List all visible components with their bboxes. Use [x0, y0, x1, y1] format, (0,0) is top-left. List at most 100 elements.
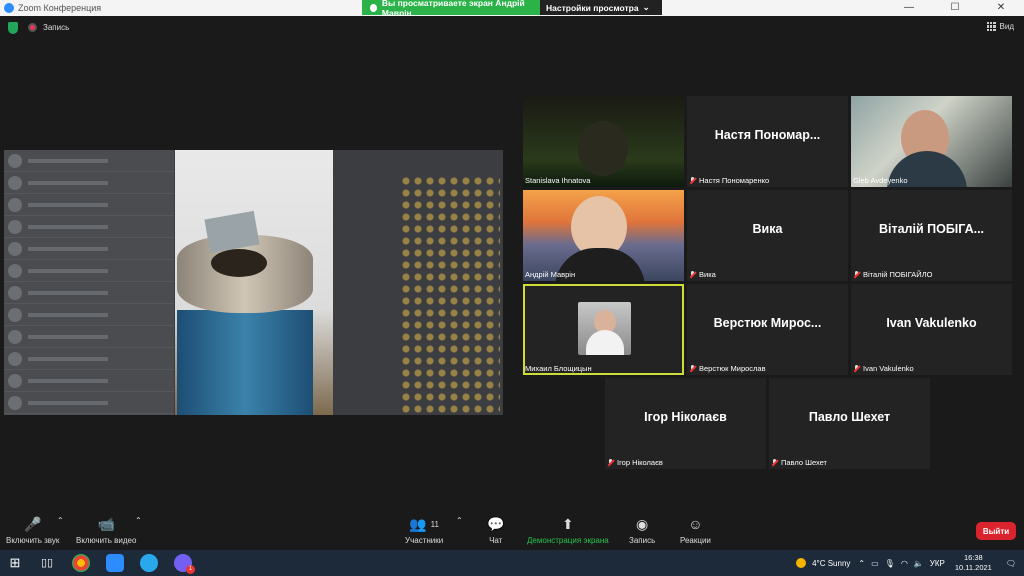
participant-name: Михаил Блощицын: [525, 364, 592, 373]
chat-icon: 💬: [487, 515, 505, 532]
muted-mic-icon: [689, 270, 696, 279]
chat-button[interactable]: 💬 Чат: [487, 515, 505, 546]
participant-display-name: Настя Пономар...: [714, 128, 821, 142]
video-tile[interactable]: Ігор Ніколаєв Ігор Ніколаєв: [605, 378, 766, 469]
video-tile[interactable]: Верстюк Мирос... Верстюк Мирослав: [687, 284, 848, 375]
shared-emoji-panel: [400, 175, 500, 415]
muted-mic-icon: [853, 364, 860, 373]
muted-mic-icon: [853, 270, 860, 279]
participants-button[interactable]: 👥 11 Участники: [405, 515, 443, 546]
participants-options-caret[interactable]: ⌃: [456, 516, 463, 525]
video-tile[interactable]: Андрій Маврін: [523, 190, 684, 281]
start-video-button[interactable]: 📹 Включить видео: [76, 515, 136, 546]
view-settings-label: Настройки просмотра: [546, 2, 639, 13]
grid-icon: [986, 22, 996, 31]
wifi-icon[interactable]: ◠: [901, 559, 908, 568]
battery-icon[interactable]: ▭: [871, 559, 879, 568]
app-title: Zoom Конференция: [0, 3, 101, 13]
participant-display-name: Вика: [752, 222, 783, 236]
language-indicator[interactable]: УКР: [930, 559, 945, 568]
view-label: Вид: [999, 22, 1014, 31]
zoom-taskbar-icon[interactable]: [106, 554, 124, 572]
participant-name: Верстюк Мирослав: [687, 362, 769, 375]
record-dot-icon: [28, 23, 37, 32]
video-tile-active-speaker[interactable]: Михаил Блощицын: [523, 284, 684, 375]
participant-name: Ivan Vakulenko: [851, 362, 917, 375]
participant-name: Stanislava Ihnatova: [525, 176, 591, 185]
windows-start-icon[interactable]: ⊞: [6, 554, 24, 572]
viewing-text: Вы просматриваете экран Андрій Маврін: [381, 0, 525, 18]
clock-date: 10.11.2021: [954, 563, 992, 572]
video-tile[interactable]: Віталій ПОБІГА... Віталій ПОБІГАЙЛО: [851, 190, 1012, 281]
chrome-icon[interactable]: [72, 554, 90, 572]
participant-name: Віталій ПОБІГАЙЛО: [851, 268, 935, 281]
view-settings-dropdown[interactable]: Настройки просмотра ⌄: [540, 0, 662, 15]
reactions-icon: ☺: [688, 516, 703, 532]
video-tile[interactable]: Stanislava Ihnatova: [523, 96, 684, 187]
chevron-up-icon[interactable]: ⌃: [858, 559, 865, 568]
share-screen-button[interactable]: ⬆ Демонстрация экрана: [527, 515, 609, 546]
leave-button[interactable]: Выйти: [976, 522, 1016, 540]
clock-time: 16:38: [963, 553, 983, 562]
zoom-logo-icon: [4, 3, 14, 13]
taskbar-clock[interactable]: 16:38 10.11.2021: [955, 553, 992, 573]
participant-name: Gleb Avdeyenko: [853, 176, 908, 185]
unmute-button[interactable]: 🎤 Включить звук: [6, 515, 59, 546]
weather-sun-icon: [796, 558, 807, 568]
muted-mic-icon: [689, 176, 696, 185]
video-tile[interactable]: Настя Пономар... Настя Пономаренко: [687, 96, 848, 187]
participant-display-name: Віталій ПОБІГА...: [878, 222, 985, 236]
video-tile[interactable]: Gleb Avdeyenko: [851, 96, 1012, 187]
chevron-down-icon: ⌄: [642, 2, 650, 12]
participants-icon: 👥 11: [409, 515, 439, 532]
volume-icon[interactable]: 🔈: [914, 559, 924, 568]
security-shield-icon[interactable]: [8, 22, 18, 34]
video-tile[interactable]: Вика Вика: [687, 190, 848, 281]
meeting-toolbar: 🎤 Включить звук ⌃ 📹 Включить видео ⌃ 👥 11…: [0, 514, 1024, 550]
weather-text[interactable]: 4°C Sunny: [812, 559, 850, 568]
participant-name: Вика: [687, 268, 719, 281]
participant-display-name: Верстюк Мирос...: [713, 316, 822, 330]
record-button[interactable]: ◉ Запись: [629, 515, 655, 546]
recording-label: Запись: [43, 23, 70, 32]
maximize-button[interactable]: ☐: [932, 0, 978, 16]
view-button[interactable]: Вид: [986, 22, 1014, 31]
shared-photo: [175, 150, 333, 415]
share-status-icon: [370, 3, 377, 12]
share-screen-icon: ⬆: [562, 515, 574, 532]
meeting-topbar: Запись Вид: [0, 16, 1024, 40]
close-button[interactable]: ✕: [978, 0, 1024, 16]
viber-icon[interactable]: 1: [174, 554, 195, 574]
video-tile[interactable]: Ivan Vakulenko Ivan Vakulenko: [851, 284, 1012, 375]
share-banner: Вы просматриваете экран Андрій Маврін На…: [362, 0, 662, 18]
recording-indicator[interactable]: Запись: [28, 23, 69, 32]
participant-display-name: Павло Шехет: [808, 410, 891, 424]
participant-name: Андрій Маврін: [525, 270, 576, 279]
participant-name: Настя Пономаренко: [687, 174, 772, 187]
window-title: Zoom Конференция: [18, 3, 102, 13]
viewing-indicator: Вы просматриваете экран Андрій Маврін: [362, 0, 540, 18]
metal-canister-image: [175, 210, 315, 415]
minimize-button[interactable]: —: [886, 0, 932, 16]
muted-mic-icon: 🎤: [23, 515, 42, 532]
muted-mic-icon: [689, 364, 696, 373]
video-tile[interactable]: Павло Шехет Павло Шехет: [769, 378, 930, 469]
microphone-icon[interactable]: 🎙: [885, 559, 895, 568]
notification-badge: 1: [186, 565, 195, 574]
notifications-icon[interactable]: 🗨: [1006, 559, 1016, 568]
windows-taskbar: ⊞ ▯▯ 1 4°C Sunny ⌃ ▭ 🎙 ◠ 🔈 УКР 16:38 10.…: [0, 550, 1024, 576]
record-icon: ◉: [636, 515, 649, 532]
system-tray: 4°C Sunny ⌃ ▭ 🎙 ◠ 🔈 УКР 16:38 10.11.2021…: [796, 550, 1024, 576]
audio-options-caret[interactable]: ⌃: [57, 516, 64, 525]
muted-mic-icon: [771, 458, 778, 467]
video-off-icon: 📹: [97, 515, 115, 532]
shared-screen[interactable]: [4, 150, 503, 415]
video-options-caret[interactable]: ⌃: [135, 516, 142, 525]
reactions-button[interactable]: ☺ Реакции: [680, 516, 711, 545]
participant-display-name: Ігор Ніколаєв: [644, 410, 727, 424]
shared-chat-list: [4, 150, 174, 415]
telegram-icon[interactable]: [140, 554, 158, 572]
window-controls: — ☐ ✕: [886, 0, 1024, 16]
participant-display-name: Ivan Vakulenko: [886, 316, 977, 330]
task-view-icon[interactable]: ▯▯: [38, 554, 56, 572]
